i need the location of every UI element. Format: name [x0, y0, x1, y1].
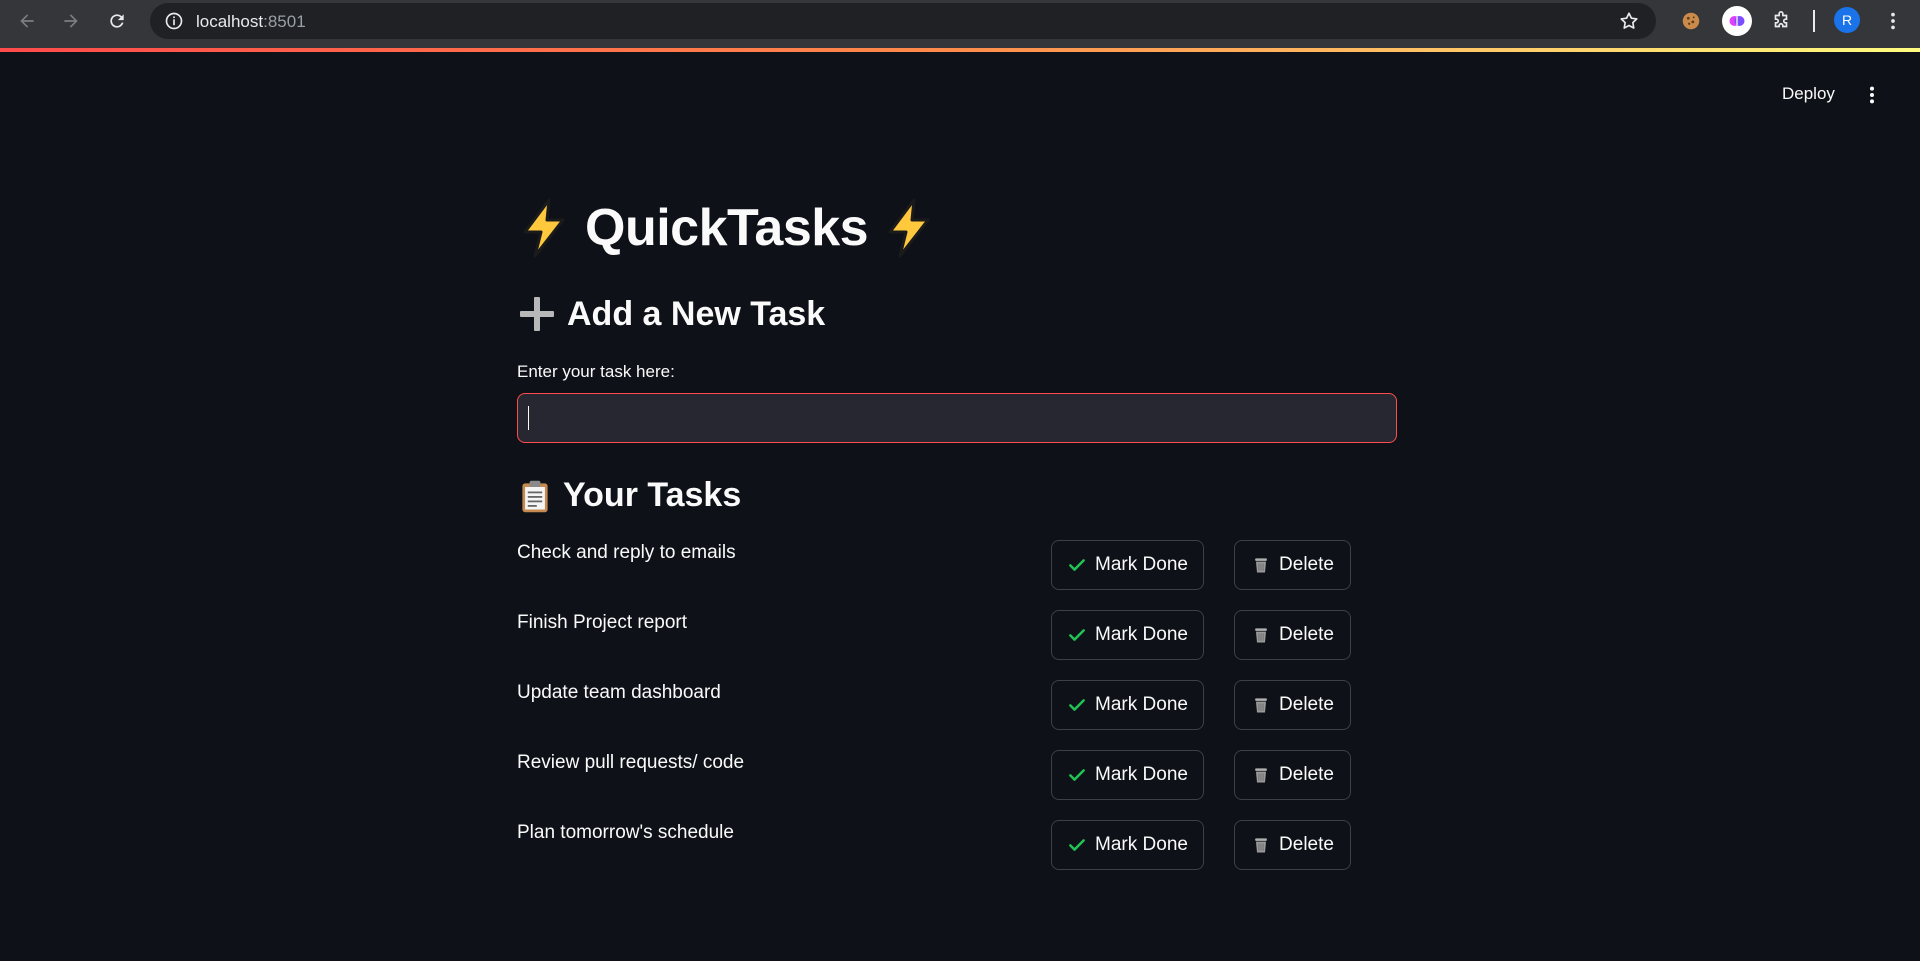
back-button[interactable]: [12, 6, 42, 36]
mark-done-label: Mark Done: [1095, 624, 1188, 645]
task-text: Plan tomorrow's schedule: [517, 822, 734, 843]
browser-toolbar: localhost:8501 R: [0, 0, 1920, 48]
task-row: Plan tomorrow's schedule Mark Done Delete: [517, 820, 1397, 870]
task-text: Update team dashboard: [517, 682, 721, 703]
delete-button[interactable]: Delete: [1234, 680, 1351, 730]
arrow-left-icon: [20, 14, 34, 28]
task-input-label: Enter your task here:: [517, 362, 675, 381]
task-text: Finish Project report: [517, 612, 688, 633]
mark-done-button[interactable]: Mark Done: [1051, 820, 1204, 870]
arrow-right-icon: [64, 14, 78, 28]
deploy-button[interactable]: Deploy: [1772, 80, 1845, 110]
clipboard-icon: [522, 480, 548, 512]
delete-label: Delete: [1279, 764, 1334, 785]
page-title-text: QuickTasks: [585, 199, 869, 257]
lightning-bolt-icon: [888, 198, 930, 258]
browser-menu-icon[interactable]: [1880, 8, 1906, 34]
bookmark-star-icon[interactable]: [1618, 10, 1640, 32]
delete-button[interactable]: Delete: [1234, 750, 1351, 800]
reload-icon: [110, 14, 124, 28]
profile-initial: R: [1841, 12, 1853, 28]
brain-extension-icon[interactable]: [1722, 6, 1752, 36]
plus-icon: [520, 297, 554, 331]
mark-done-label: Mark Done: [1095, 694, 1188, 715]
task-row: Review pull requests/ code Mark Done Delet…: [517, 750, 1397, 800]
delete-label: Delete: [1279, 834, 1334, 855]
text-caret: [528, 406, 529, 430]
task-text: Check and reply to emails: [517, 542, 736, 563]
toolbar-divider: [1813, 10, 1815, 32]
cookie-extension-icon[interactable]: [1678, 8, 1704, 34]
delete-button[interactable]: Delete: [1234, 540, 1351, 590]
task-row: Check and reply to emails Mark Done Delete: [517, 540, 1397, 590]
reload-button[interactable]: [102, 6, 132, 36]
mark-done-button[interactable]: Mark Done: [1051, 540, 1204, 590]
mark-done-label: Mark Done: [1095, 554, 1188, 575]
trash-can-icon: [1255, 558, 1267, 573]
trash-can-icon: [1255, 768, 1267, 783]
kebab-menu-icon: [1869, 86, 1875, 104]
app-menu-button[interactable]: [1860, 82, 1884, 108]
mark-done-label: Mark Done: [1095, 834, 1188, 855]
mark-done-label: Mark Done: [1095, 764, 1188, 785]
lightning-bolt-icon: [523, 198, 565, 258]
url-text: localhost:8501: [196, 12, 306, 32]
forward-button[interactable]: [56, 6, 86, 36]
delete-label: Delete: [1279, 694, 1334, 715]
checkmark-icon: [1069, 839, 1085, 851]
extensions-puzzle-icon[interactable]: [1768, 8, 1794, 34]
task-input[interactable]: [517, 393, 1397, 443]
delete-label: Delete: [1279, 554, 1334, 575]
url-port: :8501: [263, 12, 306, 31]
your-tasks-heading-text: Your Tasks: [563, 476, 742, 514]
mark-done-button[interactable]: Mark Done: [1051, 680, 1204, 730]
app-header-decoration: [0, 48, 1920, 52]
url-host: localhost: [196, 12, 264, 31]
checkmark-icon: [1069, 769, 1085, 781]
checkmark-icon: [1069, 629, 1085, 641]
delete-button[interactable]: Delete: [1234, 610, 1351, 660]
trash-can-icon: [1255, 838, 1267, 853]
checkmark-icon: [1069, 559, 1085, 571]
profile-avatar[interactable]: R: [1834, 7, 1860, 33]
delete-button[interactable]: Delete: [1234, 820, 1351, 870]
add-task-heading-text: Add a New Task: [567, 294, 826, 333]
task-row: Finish Project report Mark Done Delete: [517, 610, 1397, 660]
your-tasks-heading: Your Tasks: [517, 476, 741, 515]
trash-can-icon: [1255, 628, 1267, 643]
task-text: Review pull requests/ code: [517, 752, 745, 773]
checkmark-icon: [1069, 699, 1085, 711]
page-title: QuickTasks: [517, 198, 936, 258]
task-row: Update team dashboard Mark Done Delete: [517, 680, 1397, 730]
address-bar[interactable]: localhost:8501: [150, 3, 1656, 39]
delete-label: Delete: [1279, 624, 1334, 645]
site-info-icon[interactable]: [164, 11, 184, 31]
mark-done-button[interactable]: Mark Done: [1051, 610, 1204, 660]
add-task-heading: Add a New Task: [517, 294, 825, 334]
mark-done-button[interactable]: Mark Done: [1051, 750, 1204, 800]
trash-can-icon: [1255, 698, 1267, 713]
